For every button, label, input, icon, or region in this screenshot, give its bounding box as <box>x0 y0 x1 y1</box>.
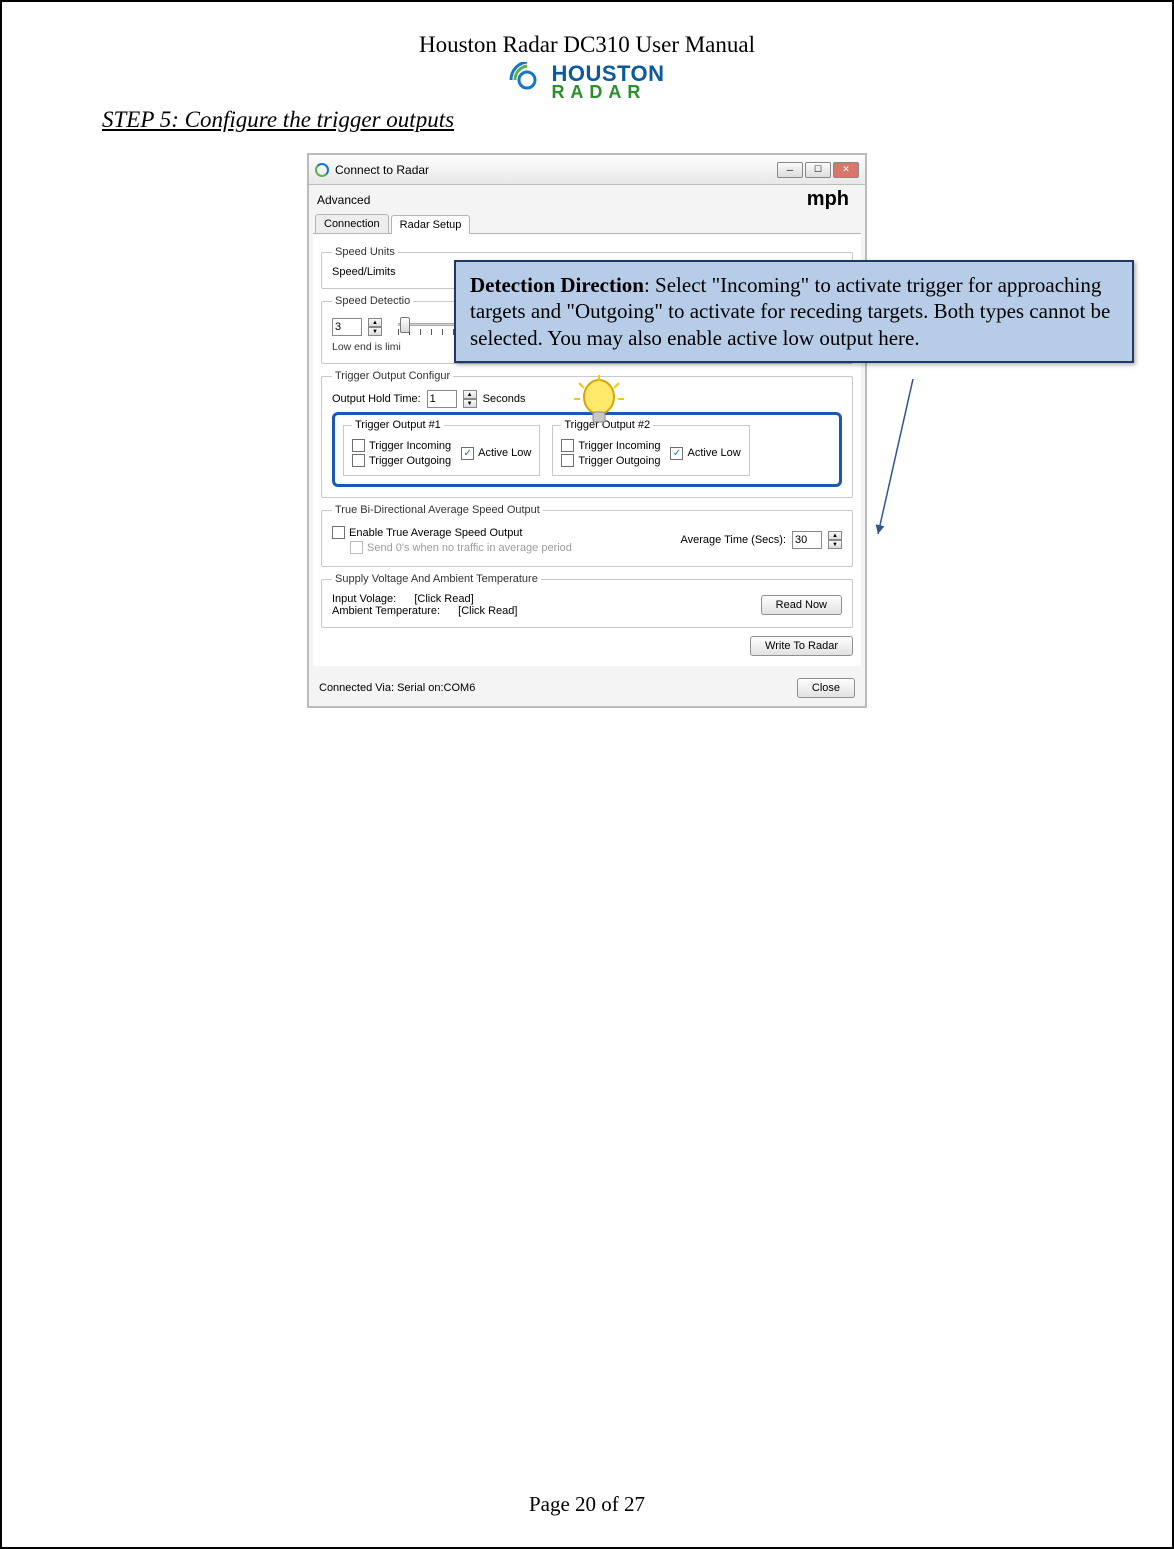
speed-detection-value[interactable]: 3 <box>332 318 362 336</box>
menu-advanced[interactable]: Advanced <box>317 193 370 207</box>
speed-detection-spinner[interactable]: ▲▼ <box>368 318 382 336</box>
label-trigger2-active-low: Active Low <box>687 447 740 459</box>
output-hold-time-spinner[interactable]: ▲▼ <box>463 390 477 408</box>
checkbox-trigger1-outgoing[interactable] <box>352 454 365 467</box>
group-speed-units-legend: Speed Units <box>332 246 398 258</box>
group-bidirectional-legend: True Bi-Directional Average Speed Output <box>332 504 543 516</box>
document-title: Houston Radar DC310 User Manual <box>102 32 1072 58</box>
write-to-radar-button[interactable]: Write To Radar <box>750 636 853 656</box>
window-title: Connect to Radar <box>335 163 777 177</box>
group-supply-voltage-legend: Supply Voltage And Ambient Temperature <box>332 573 541 585</box>
speed-unit-display: mph <box>807 188 857 211</box>
logo-text-bottom: RADAR <box>551 84 664 101</box>
app-window: Connect to Radar ─ ☐ ✕ Advanced mph Conn… <box>307 153 867 708</box>
ambient-temp-label: Ambient Temperature: <box>332 605 440 617</box>
logo-icon <box>509 62 545 103</box>
checkbox-trigger2-active-low[interactable]: ✓ <box>670 447 683 460</box>
output-hold-time-value[interactable]: 1 <box>427 390 457 408</box>
minimize-button[interactable]: ─ <box>777 162 803 178</box>
checkbox-trigger1-incoming[interactable] <box>352 439 365 452</box>
lightbulb-icon <box>574 375 624 438</box>
group-supply-voltage: Supply Voltage And Ambient Temperature I… <box>321 573 853 628</box>
maximize-button[interactable]: ☐ <box>805 162 831 178</box>
group-speed-detection-legend: Speed Detectio <box>332 295 413 307</box>
label-trigger1-active-low: Active Low <box>478 447 531 459</box>
avg-time-label: Average Time (Secs): <box>680 534 786 546</box>
window-titlebar[interactable]: Connect to Radar ─ ☐ ✕ <box>309 155 865 185</box>
label-trigger1-outgoing: Trigger Outgoing <box>369 455 451 467</box>
speed-limits-label: Speed/Limits <box>332 266 396 278</box>
output-hold-time-unit: Seconds <box>483 393 526 405</box>
checkbox-trigger1-active-low[interactable]: ✓ <box>461 447 474 460</box>
tab-radar-setup[interactable]: Radar Setup <box>391 215 471 234</box>
label-send-zeros: Send 0's when no traffic in average peri… <box>367 542 572 554</box>
group-trigger-output-config-legend: Trigger Output Configur <box>332 370 453 382</box>
logo: HOUSTON RADAR <box>102 62 1072 103</box>
trigger-output-1-legend: Trigger Output #1 <box>352 419 444 431</box>
avg-time-value[interactable]: 30 <box>792 531 822 549</box>
page-number: Page 20 of 27 <box>2 1492 1172 1517</box>
checkbox-trigger2-incoming[interactable] <box>561 439 574 452</box>
avg-time-spinner[interactable]: ▲▼ <box>828 531 842 549</box>
input-voltage-value: [Click Read] <box>414 593 473 605</box>
logo-text-top: HOUSTON <box>551 64 664 85</box>
input-voltage-label: Input Volage: <box>332 593 396 605</box>
close-window-button[interactable]: ✕ <box>833 162 859 178</box>
group-trigger-output-1: Trigger Output #1 Trigger Incoming Trigg… <box>343 419 540 476</box>
step-heading: STEP 5: Configure the trigger outputs <box>102 107 1072 133</box>
label-trigger2-incoming: Trigger Incoming <box>578 440 660 452</box>
tab-connection[interactable]: Connection <box>315 214 389 233</box>
app-icon <box>315 163 329 177</box>
annotation-callout: Detection Direction: Select "Incoming" t… <box>454 260 1134 363</box>
checkbox-send-zeros[interactable] <box>350 541 363 554</box>
output-hold-time-label: Output Hold Time: <box>332 393 421 405</box>
read-now-button[interactable]: Read Now <box>761 595 842 615</box>
label-enable-true-avg: Enable True Average Speed Output <box>349 527 522 539</box>
annotation-arrow-icon <box>873 379 933 539</box>
close-button[interactable]: Close <box>797 678 855 698</box>
label-trigger1-incoming: Trigger Incoming <box>369 440 451 452</box>
connected-via-label: Connected Via: Serial on:COM6 <box>319 682 475 694</box>
checkbox-trigger2-outgoing[interactable] <box>561 454 574 467</box>
group-bidirectional: True Bi-Directional Average Speed Output… <box>321 504 853 567</box>
page: Houston Radar DC310 User Manual HOUSTON … <box>0 0 1174 1549</box>
checkbox-enable-true-avg[interactable] <box>332 526 345 539</box>
label-trigger2-outgoing: Trigger Outgoing <box>578 455 660 467</box>
annotation-bold: Detection Direction <box>470 273 644 297</box>
ambient-temp-value: [Click Read] <box>458 605 517 617</box>
